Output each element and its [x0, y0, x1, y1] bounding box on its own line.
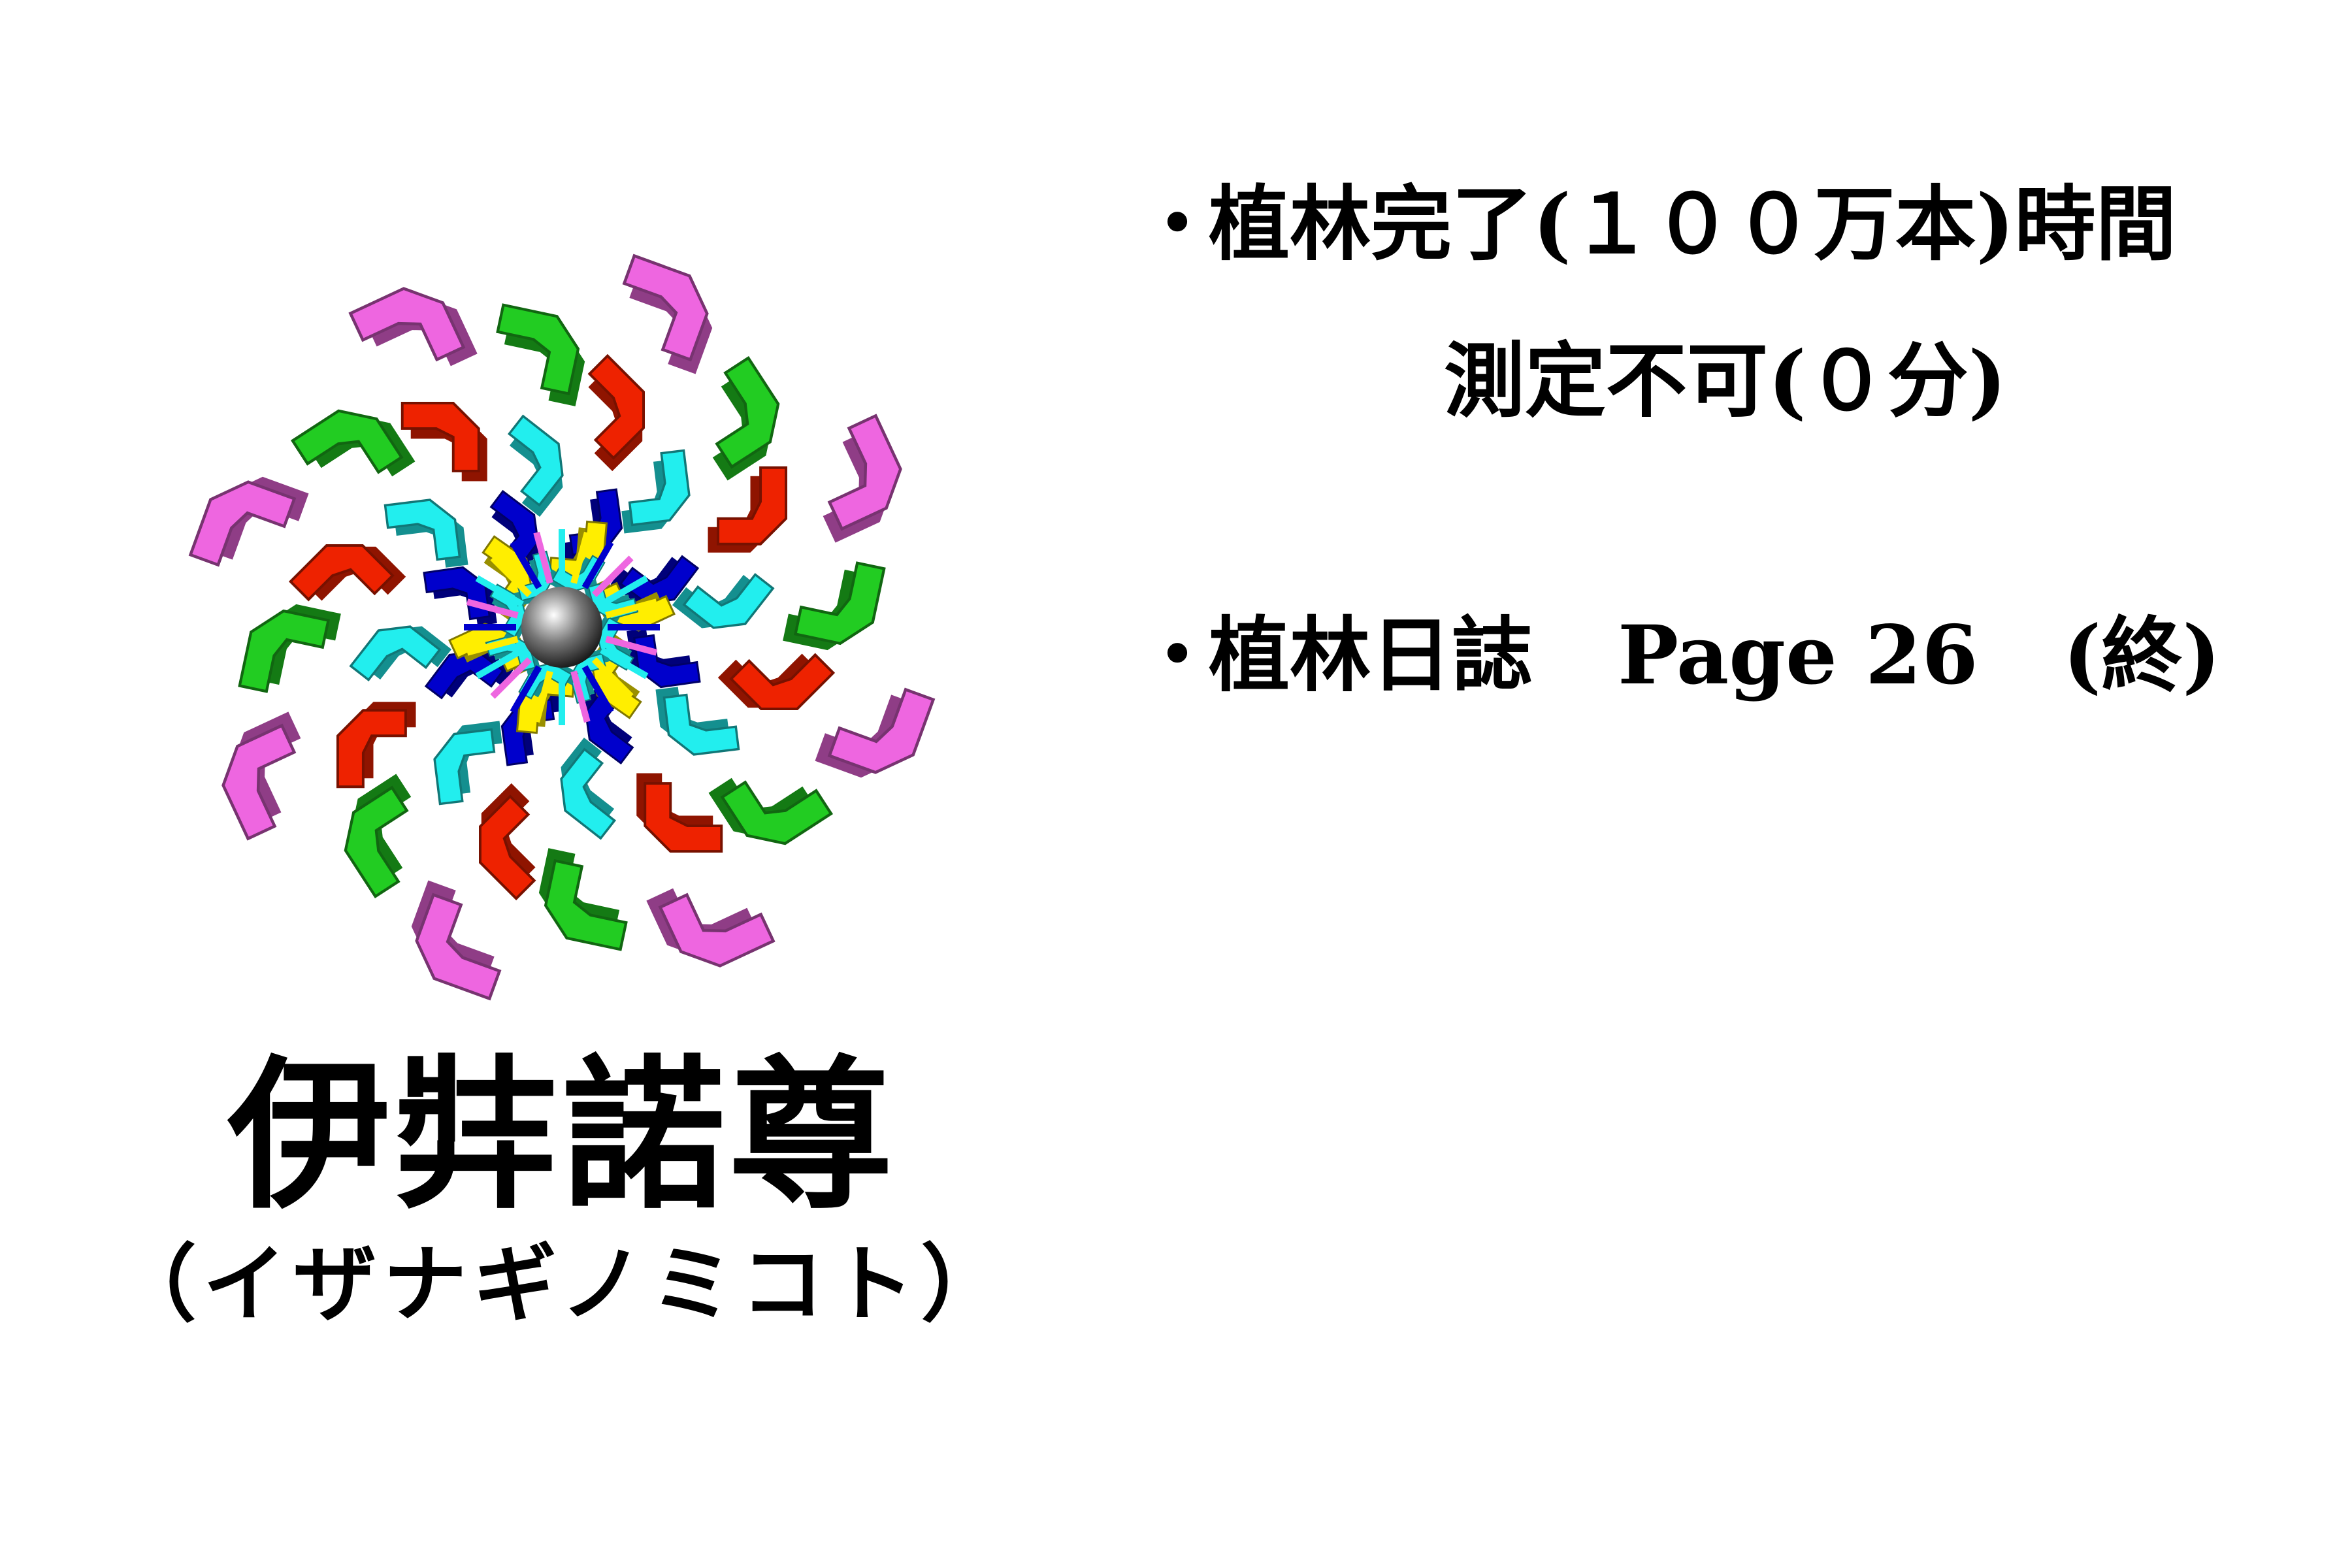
deity-name: 伊弉諾尊 — [227, 1039, 896, 1231]
petal — [636, 773, 723, 853]
page-number: Page 26 — [1618, 608, 1978, 703]
petal — [348, 287, 478, 367]
petal — [815, 687, 936, 778]
mandala-emblem — [105, 170, 1019, 1085]
petal — [708, 777, 834, 845]
petal — [411, 880, 502, 1001]
planting-time-label: 植林完了(１００万本)時間 — [1209, 177, 2177, 272]
petal — [423, 566, 497, 627]
bullet: ・ — [1137, 177, 1218, 272]
journal-line: ・植林日誌 Page 26 (終) — [1137, 608, 2221, 705]
petal — [708, 466, 788, 553]
center-sphere-icon — [521, 587, 602, 668]
petal — [433, 721, 502, 806]
petal — [621, 449, 691, 534]
bullet: ・ — [1137, 608, 1218, 703]
petal — [712, 355, 780, 481]
petal — [290, 409, 416, 477]
petal — [344, 774, 412, 899]
petal — [655, 687, 740, 756]
petal — [336, 702, 416, 789]
petal — [627, 628, 701, 689]
mandala-flower-icon — [188, 253, 936, 1001]
end-marker: (終) — [2063, 608, 2221, 703]
petal — [783, 561, 886, 651]
petal — [646, 888, 776, 968]
petal — [823, 414, 902, 543]
petal — [221, 711, 301, 841]
petal — [538, 848, 628, 951]
petal — [188, 476, 309, 567]
deity-reading: （イザナギノミコト） — [112, 1235, 1011, 1333]
petal — [622, 253, 713, 374]
journal-label: 植林日誌 — [1209, 608, 1533, 703]
measurement-value: 測定不可(０分) — [1444, 334, 2007, 429]
petal — [496, 303, 585, 406]
petal — [384, 498, 468, 568]
petal — [400, 401, 487, 482]
measurement-line: 測定不可(０分) — [1444, 333, 2006, 431]
planting-time-line: ・植林完了(１００万本)時間 — [1137, 176, 2176, 274]
petal — [238, 604, 341, 693]
